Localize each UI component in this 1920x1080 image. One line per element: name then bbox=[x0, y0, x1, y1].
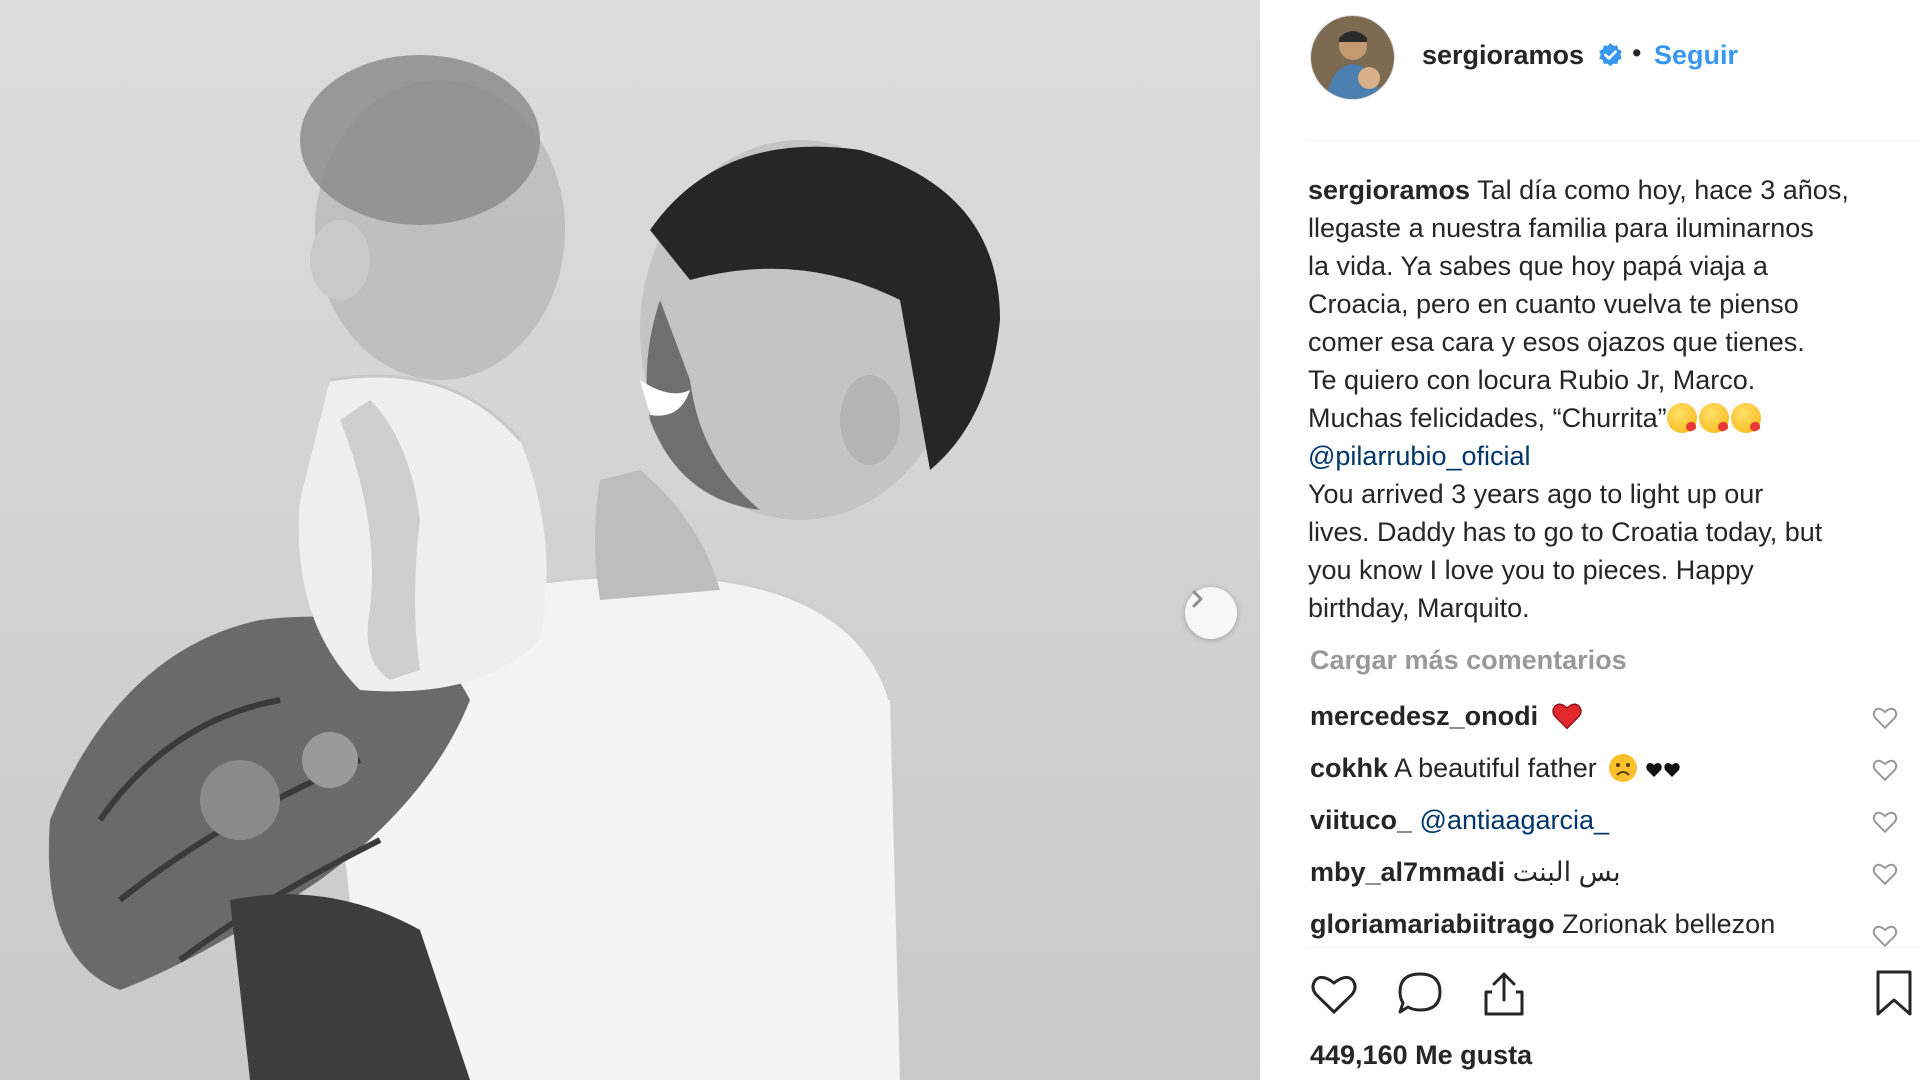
comment-mention-link[interactable]: @antiaagarcia_ bbox=[1420, 805, 1610, 835]
comment-text: Zorionak bellezon bbox=[1562, 909, 1776, 939]
comments-list: mercedesz_onodi cokhk A beautiful father… bbox=[1310, 697, 1910, 947]
likes-count[interactable]: 449,160 Me gusta bbox=[1310, 1040, 1532, 1071]
comment-text: A beautiful father bbox=[1394, 753, 1597, 783]
comment-row: gloriamariabiitrago Zorionak bellezon bbox=[1310, 905, 1910, 947]
caption-line: llegaste a nuestra familia para iluminar… bbox=[1308, 213, 1814, 243]
kiss-emoji-icon bbox=[1698, 403, 1729, 433]
caption-line: lives. Daddy has to go to Croatia today,… bbox=[1308, 517, 1823, 547]
comment-row: mby_al7mmadi بس البنت bbox=[1310, 853, 1910, 905]
caption-line: birthday, Marquito. bbox=[1308, 593, 1530, 623]
red-heart-emoji-icon bbox=[1551, 703, 1582, 730]
post-photo[interactable] bbox=[0, 0, 1260, 1080]
next-photo-button[interactable] bbox=[1185, 587, 1237, 639]
heart-outline-icon[interactable] bbox=[1872, 757, 1898, 783]
caption-line: la vida. Ya sabes que hoy papá viaja a bbox=[1308, 251, 1768, 281]
verified-badge-icon bbox=[1599, 43, 1622, 67]
comment-username[interactable]: mercedesz_onodi bbox=[1310, 701, 1538, 731]
caption-mention-link[interactable]: @pilarrubio_oficial bbox=[1308, 437, 1898, 475]
like-heart-icon[interactable] bbox=[1308, 968, 1360, 1020]
post-author-username[interactable]: sergioramos bbox=[1422, 40, 1584, 71]
caption-line: Te quiero con locura Rubio Jr, Marco. bbox=[1308, 365, 1756, 395]
comment-row: viituco_ @antiaagarcia_ bbox=[1310, 801, 1910, 853]
comment-row: mercedesz_onodi bbox=[1310, 697, 1910, 749]
comment-username[interactable]: cokhk bbox=[1310, 753, 1388, 783]
kiss-emoji-icon bbox=[1666, 403, 1697, 433]
comment-username[interactable]: viituco_ bbox=[1310, 805, 1412, 835]
caption-line: sergioramos Tal día como hoy, hace 3 año… bbox=[1308, 171, 1898, 209]
comment-text: بس البنت bbox=[1512, 857, 1621, 887]
caption-line: Muchas felicidades, “Churrita” bbox=[1308, 399, 1898, 437]
caption-line: You arrived 3 years ago to light up our bbox=[1308, 479, 1764, 509]
heart-outline-icon[interactable] bbox=[1872, 923, 1898, 947]
heart-outline-icon[interactable] bbox=[1872, 705, 1898, 731]
post-caption: sergioramos Tal día como hoy, hace 3 año… bbox=[1308, 171, 1898, 627]
caption-line: you know I love you to pieces. Happy bbox=[1308, 555, 1754, 585]
bookmark-icon[interactable] bbox=[1868, 968, 1920, 1020]
comment-row: cokhk A beautiful father bbox=[1310, 749, 1910, 801]
post-header: sergioramos • Seguir bbox=[1260, 0, 1920, 140]
heart-outline-icon[interactable] bbox=[1872, 861, 1898, 887]
load-more-comments-button[interactable]: Cargar más comentarios bbox=[1310, 645, 1627, 676]
avatar-image bbox=[1311, 16, 1394, 99]
sad-face-emoji-icon bbox=[1609, 754, 1638, 782]
black-hearts-emoji-icon bbox=[1646, 762, 1680, 777]
photo-illustration bbox=[48, 55, 1000, 1080]
header-divider bbox=[1308, 140, 1920, 141]
follow-button[interactable]: Seguir bbox=[1654, 40, 1738, 71]
actions-divider bbox=[1308, 947, 1920, 948]
heart-outline-icon[interactable] bbox=[1872, 809, 1898, 835]
kiss-emoji-icon bbox=[1730, 403, 1761, 433]
comment-username[interactable]: mby_al7mmadi bbox=[1310, 857, 1505, 887]
caption-username[interactable]: sergioramos bbox=[1308, 175, 1470, 205]
chevron-right-icon bbox=[1192, 590, 1203, 608]
comment-username[interactable]: gloriamariabiitrago bbox=[1310, 909, 1555, 939]
post-sidebar: sergioramos • Seguir sergioramos Tal día… bbox=[1260, 0, 1920, 1080]
separator-dot: • bbox=[1632, 38, 1642, 68]
comment-bubble-icon[interactable] bbox=[1394, 968, 1446, 1020]
share-icon[interactable] bbox=[1478, 968, 1530, 1020]
caption-line: comer esa cara y esos ojazos que tienes. bbox=[1308, 327, 1805, 357]
caption-text: Tal día como hoy, hace 3 años, bbox=[1477, 175, 1849, 205]
caption-line: Croacia, pero en cuanto vuelva te pienso bbox=[1308, 289, 1799, 319]
caption-text: Muchas felicidades, “Churrita” bbox=[1308, 403, 1667, 433]
avatar[interactable] bbox=[1310, 15, 1395, 100]
